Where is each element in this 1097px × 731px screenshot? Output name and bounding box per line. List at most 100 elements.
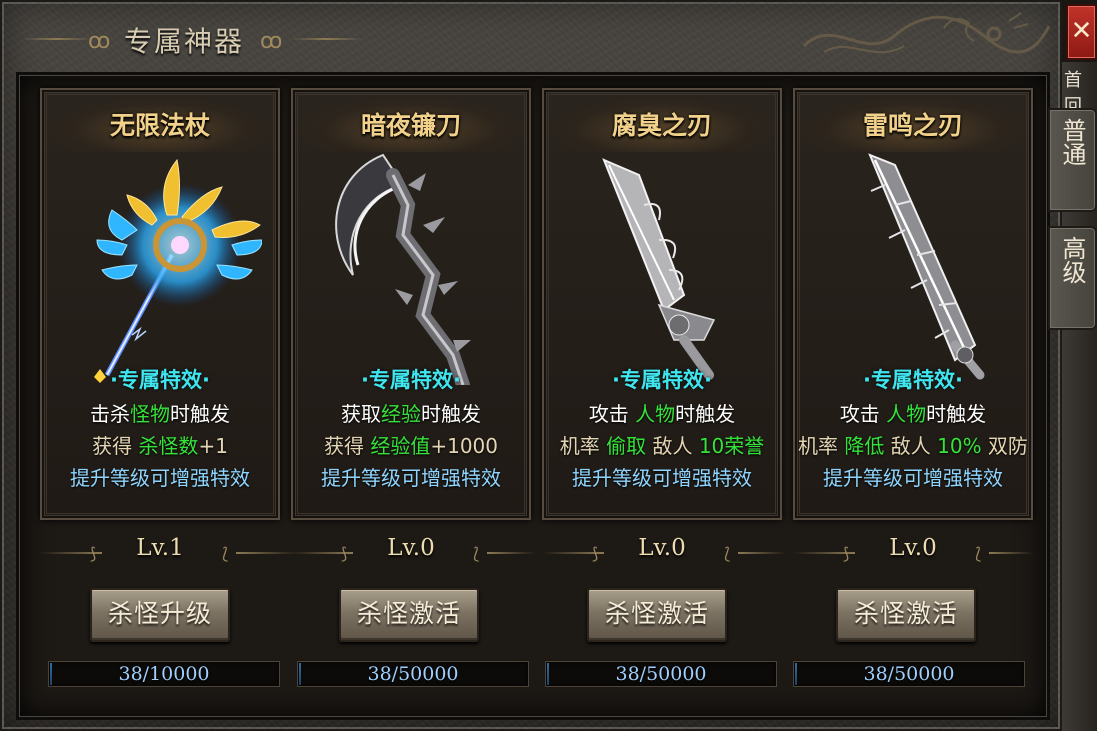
rot-blade-icon bbox=[602, 158, 716, 380]
effect-heading: ·专属特效· bbox=[110, 368, 210, 392]
artifact-card-staff: 无限法杖 ·专属特效· 击杀怪物时触发 获得 杀怪数+1 提升等级可增强特效 bbox=[40, 88, 280, 520]
level-row: ⟆ Lv.0 ⟅ bbox=[793, 535, 1033, 569]
level-knot-right-icon: ⟅ bbox=[975, 544, 982, 563]
tab-advanced[interactable]: 高级 bbox=[1048, 226, 1097, 330]
artifact-card-rot-blade: 腐臭之刃 ·专属特效· 攻击 人物时触发 机率 偷取 敌人 10荣誉 提升等级可… bbox=[542, 88, 782, 520]
effects-block: ·专属特效· 攻击 人物时触发 机率 偷取 敌人 10荣誉 提升等级可增强特效 bbox=[544, 364, 780, 494]
effect-trigger-pre: 击杀 bbox=[90, 402, 130, 426]
effects-block: ·专属特效· 击杀怪物时触发 获得 杀怪数+1 提升等级可增强特效 bbox=[42, 364, 278, 494]
effect-trigger-post: 时触发 bbox=[170, 402, 230, 426]
effect-trigger-highlight: 人物 bbox=[886, 402, 927, 426]
effect-reward-pre: 机率 bbox=[559, 434, 607, 458]
progress-text: 38/50000 bbox=[367, 663, 459, 685]
effect-reward-highlight-2: 10% bbox=[937, 434, 982, 458]
effect-trigger: 击杀怪物时触发 bbox=[42, 398, 278, 430]
kill-activate-button[interactable]: 杀怪激活 bbox=[339, 588, 479, 642]
effect-reward-highlight: 偷取 bbox=[606, 434, 647, 458]
title-ornament-right bbox=[292, 38, 362, 40]
kill-activate-button[interactable]: 杀怪激活 bbox=[587, 588, 727, 642]
kill-progress-bar: 38/10000 bbox=[48, 661, 280, 687]
effect-reward-post: +1 bbox=[198, 434, 228, 458]
effect-upgrade-hint: 提升等级可增强特效 bbox=[321, 466, 501, 490]
progress-text: 38/10000 bbox=[118, 663, 210, 685]
effect-reward-pre: 机率 bbox=[798, 434, 845, 458]
effect-reward-pre: 获得 bbox=[323, 434, 371, 458]
effect-trigger-highlight: 人物 bbox=[635, 402, 676, 426]
level-label: Lv.0 bbox=[889, 535, 937, 561]
level-knot-left-icon: ⟆ bbox=[90, 544, 97, 563]
level-knot-right-icon: ⟅ bbox=[222, 544, 229, 563]
effect-trigger: 攻击 人物时触发 bbox=[544, 398, 780, 430]
effect-trigger-post: 时触发 bbox=[926, 402, 987, 426]
kill-activate-button[interactable]: 杀怪激活 bbox=[836, 588, 976, 642]
effect-reward-highlight-2: 10荣誉 bbox=[698, 434, 765, 458]
effect-trigger-highlight: 怪物 bbox=[130, 402, 170, 426]
level-knot-right-icon: ⟅ bbox=[473, 544, 480, 563]
artifact-name: 暗夜镰刀 bbox=[360, 111, 461, 140]
level-knot-left-icon: ⟆ bbox=[592, 544, 599, 563]
artifact-name: 腐臭之刃 bbox=[611, 111, 712, 140]
effect-reward-highlight: 降低 bbox=[844, 434, 885, 458]
effect-reward: 获得 杀怪数+1 bbox=[42, 430, 278, 462]
title-swirl-right-icon: ꝏ bbox=[260, 29, 283, 54]
title-bar: ꝏ 专属神器 ꝏ bbox=[2, 2, 1064, 72]
dark-scythe-icon bbox=[335, 153, 471, 385]
kill-upgrade-button[interactable]: 杀怪升级 bbox=[90, 588, 230, 642]
effect-heading: ·专属特效· bbox=[863, 368, 963, 392]
effect-reward-post: 敌人 bbox=[884, 434, 938, 458]
level-label: Lv.0 bbox=[387, 535, 435, 561]
effect-upgrade-hint: 提升等级可增强特效 bbox=[70, 466, 250, 490]
effect-reward-pre: 获得 bbox=[92, 434, 139, 458]
artifact-window: ꝏ 专属神器 ꝏ 无限法杖 ·专属特效· 击杀怪物时触发 获得 杀怪数+1 提升… bbox=[0, 0, 1062, 731]
effect-trigger: 获取经验时触发 bbox=[293, 398, 529, 430]
effect-reward: 获得 经验值+1000 bbox=[293, 430, 529, 462]
dragon-ornament-icon bbox=[802, 12, 1051, 54]
tab-advanced-label: 高级 bbox=[1058, 236, 1086, 284]
title-ornament-left bbox=[22, 38, 92, 40]
effect-trigger: 攻击 人物时触发 bbox=[795, 398, 1031, 430]
effect-trigger-pre: 攻击 bbox=[839, 402, 887, 426]
tab-normal-label: 普通 bbox=[1058, 118, 1086, 166]
effect-reward-post: 敌人 bbox=[646, 434, 699, 458]
artifact-card-scythe: 暗夜镰刀 ·专属特效· 获取经验时触发 获得 经验值+1000 提升等级可增强特… bbox=[291, 88, 531, 520]
close-button[interactable]: ✕ bbox=[1066, 4, 1097, 60]
effect-reward: 机率 偷取 敌人 10荣誉 bbox=[544, 430, 780, 462]
level-ornament-right bbox=[236, 552, 298, 554]
effects-block: ·专属特效· 攻击 人物时触发 机率 降低 敌人 10% 双防 提升等级可增强特… bbox=[795, 364, 1031, 494]
level-label: Lv.0 bbox=[638, 535, 686, 561]
artifact-name: 雷鸣之刃 bbox=[862, 111, 963, 140]
level-row: ⟆ Lv.0 ⟅ bbox=[291, 535, 535, 569]
effect-reward-post: +1000 bbox=[430, 434, 498, 458]
effect-reward-highlight: 杀怪数 bbox=[138, 434, 199, 458]
window-title: 专属神器 bbox=[124, 25, 245, 58]
level-knot-left-icon: ⟆ bbox=[341, 544, 348, 563]
effects-block: ·专属特效· 获取经验时触发 获得 经验值+1000 提升等级可增强特效 bbox=[293, 364, 529, 494]
effect-upgrade-hint: 提升等级可增强特效 bbox=[572, 466, 752, 490]
title-swirl-left-icon: ꝏ bbox=[88, 29, 111, 54]
level-row: ⟆ Lv.1 ⟅ bbox=[40, 535, 298, 569]
effect-trigger-highlight: 经验 bbox=[381, 402, 421, 426]
level-ornament-right bbox=[487, 552, 535, 554]
effect-reward-highlight: 经验值 bbox=[370, 434, 431, 458]
kill-progress-bar: 38/50000 bbox=[793, 661, 1025, 687]
effect-heading: ·专属特效· bbox=[361, 368, 461, 392]
level-label: Lv.1 bbox=[136, 535, 184, 561]
effect-trigger-pre: 攻击 bbox=[588, 402, 636, 426]
level-knot-right-icon: ⟅ bbox=[724, 544, 731, 563]
effect-reward-post-2: 双防 bbox=[981, 434, 1028, 458]
effect-trigger-pre: 获取 bbox=[341, 402, 381, 426]
winged-staff-icon bbox=[94, 158, 262, 383]
level-knot-left-icon: ⟆ bbox=[843, 544, 850, 563]
thunder-blade-icon bbox=[868, 153, 985, 380]
kill-progress-bar: 38/50000 bbox=[297, 661, 529, 687]
kill-progress-bar: 38/50000 bbox=[545, 661, 777, 687]
level-row: ⟆ Lv.0 ⟅ bbox=[542, 535, 786, 569]
tab-normal[interactable]: 普通 bbox=[1048, 108, 1097, 212]
effect-trigger-post: 时触发 bbox=[675, 402, 736, 426]
progress-text: 38/50000 bbox=[863, 663, 955, 685]
effect-upgrade-hint: 提升等级可增强特效 bbox=[823, 466, 1003, 490]
effect-heading: ·专属特效· bbox=[612, 368, 712, 392]
progress-text: 38/50000 bbox=[615, 663, 707, 685]
level-ornament-right bbox=[989, 552, 1033, 554]
artifact-card-thunder-blade: 雷鸣之刃 ·专属特效· 攻击 人物时触发 机率 降低 敌人 10% 双防 提升等… bbox=[793, 88, 1033, 520]
